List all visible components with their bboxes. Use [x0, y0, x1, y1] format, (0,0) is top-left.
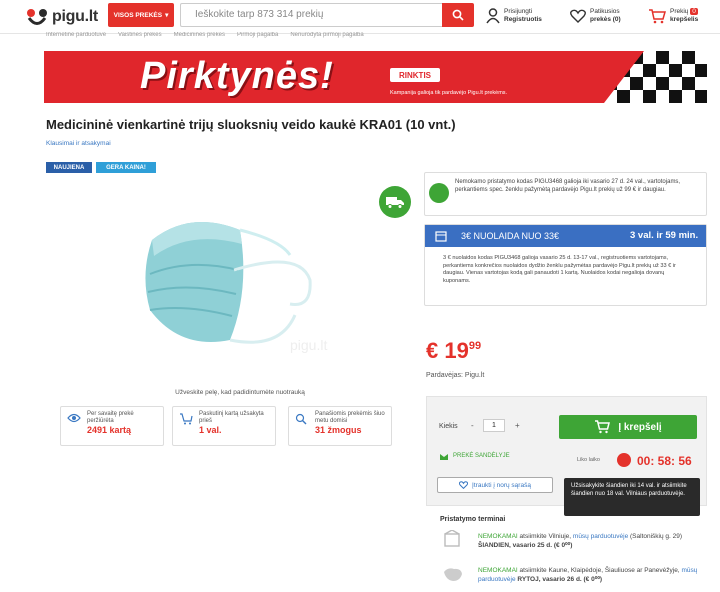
logo-text: pigu.lt — [52, 8, 98, 25]
free-shipping-text: Nemokamo pristatymo kodas PIGU3468 galio… — [455, 179, 681, 193]
quantity-decrease-button[interactable]: - — [471, 421, 474, 430]
stock-status: PREKĖ SANDĖLYJE — [453, 453, 510, 459]
stat-interest: Panašiomis prekėmis šiuo metu domisi 31 … — [288, 406, 392, 446]
wishlist-count: prekės (0) — [590, 16, 621, 23]
price-main: € 19 — [426, 338, 469, 363]
store-address: (Saltoniškių g. 29) — [630, 533, 683, 540]
banner-title: Pirktynės! — [140, 55, 334, 97]
heart-icon — [570, 9, 586, 23]
cart-label: Prekių — [670, 8, 689, 15]
discount-box: 3€ NUOLAIDA NUO 33€ 3 val. ir 59 min. 3 … — [424, 224, 707, 306]
delivery-text: atsiimkite Vilniuje, — [519, 533, 572, 540]
breadcrumb-item[interactable]: Pirmoji pagalba — [237, 32, 278, 40]
cart-badge: 0 — [690, 8, 698, 15]
promo-banner[interactable]: Pirktynės! RINKTIS Kampanija galioja tik… — [44, 51, 707, 103]
quantity-input[interactable]: 1 — [483, 419, 505, 432]
magnifier-icon — [295, 413, 307, 425]
eye-icon — [67, 413, 81, 423]
countdown-timer: 00: 58: 56 — [637, 454, 692, 468]
zoom-hint: Užveskite pelę, kad padidintumėte nuotra… — [175, 389, 305, 396]
questions-link[interactable]: Klausimai ir atsakymai — [46, 140, 111, 147]
stat-last-order: Paskutinį kartą užsakyta prieš 1 val. — [172, 406, 276, 446]
product-title: Medicininė vienkartinė trijų sluoksnių v… — [46, 117, 456, 132]
cart-sub-label: krepšelis — [670, 16, 699, 23]
banner-choose-button[interactable]: RINKTIS — [390, 68, 440, 82]
discount-header: 3€ NUOLAIDA NUO 33€ 3 val. ir 59 min. — [425, 225, 706, 247]
cart-plus-icon — [180, 413, 193, 425]
delivery-when: RYTOJ, vasario 26 d. (€ 0⁰⁰) — [517, 576, 603, 583]
seller-label: Pardavėjas: Pigu.lt — [426, 372, 485, 379]
banner-subtitle: Kampanija galioja tik pardavėjo Pigu.lt … — [390, 90, 508, 96]
add-to-wishlist-button[interactable]: Įtraukti į norų sąrašą — [437, 477, 553, 493]
badge-new: NAUJIENA — [46, 162, 92, 173]
register-label: Registruotis — [504, 16, 542, 23]
add-to-cart-label: Į krepšelį — [618, 421, 662, 433]
watermark: pigu.lt — [290, 337, 327, 353]
delivery-text: atsiimkite Kaune, Klaipėdoje, Šiauliuose… — [519, 567, 680, 574]
discount-label: 3€ NUOLAIDA NUO 33€ — [461, 231, 560, 241]
map-lithuania-icon — [444, 568, 462, 581]
logo-icon — [27, 9, 47, 25]
categories-button[interactable]: VISOS PREKĖS ▾ — [108, 3, 174, 27]
stat-last-order-text: Paskutinį kartą užsakyta prieš — [199, 411, 264, 424]
checkered-flag-icon — [604, 51, 707, 103]
price-cents: 99 — [468, 340, 482, 352]
cart-icon — [595, 420, 611, 434]
breadcrumb: Internetinė parduotuvė Vaistinės prekės … — [46, 32, 364, 40]
delivery-title: Pristatymo terminai — [440, 516, 506, 523]
cart-icon — [649, 9, 666, 24]
user-icon — [486, 8, 500, 24]
badge-good-price: GERA KAINA! — [96, 162, 156, 173]
promo-grid-icon — [429, 183, 449, 203]
calendar-icon — [435, 231, 447, 242]
delivery-row-vilnius: NEMOKAMAI atsiimkite Vilniuje, mūsų pard… — [478, 532, 704, 550]
delivery-row-cities: NEMOKAMAI atsiimkite Kaune, Klaipėdoje, … — [478, 566, 704, 584]
free-label: NEMOKAMAI — [478, 533, 518, 540]
discount-time-left: 3 val. ir 59 min. — [630, 230, 699, 241]
breadcrumb-item[interactable]: Internetinė parduotuvė — [46, 32, 106, 40]
chevron-down-icon: ▾ — [165, 12, 169, 19]
free-shipping-promo: Nemokamo pristatymo kodas PIGU3468 galio… — [424, 172, 707, 216]
store-link[interactable]: mūsų parduotuvėje — [573, 533, 628, 540]
free-delivery-truck-icon — [379, 186, 411, 218]
product-image[interactable]: pigu.lt — [130, 200, 350, 360]
stat-interest-value: 31 žmogus — [315, 425, 362, 435]
stat-views: Per savaitę prekė peržiūrėta 2491 kartą — [60, 406, 164, 446]
breadcrumb-item[interactable]: Nenurodyta pirmoji pagalba — [290, 32, 363, 40]
timer-label: Liko laiko — [577, 457, 600, 463]
login-link[interactable]: Prisijungti Registruotis — [486, 4, 542, 28]
search-input[interactable]: Ieškokite tarp 873 314 prekių — [180, 3, 442, 27]
clock-icon — [617, 453, 631, 467]
stat-views-text: Per savaitę prekė peržiūrėta — [87, 411, 134, 424]
cart-link[interactable]: Prekių 0 krepšelis — [648, 4, 698, 28]
add-to-wishlist-label: Įtraukti į norų sąrašą — [472, 481, 531, 489]
delivery-when: ŠIANDIEN, vasario 25 d. (€ 0⁰⁰) — [478, 542, 573, 549]
categories-label: VISOS PREKĖS — [113, 11, 163, 19]
stat-last-order-value: 1 val. — [199, 425, 222, 435]
stat-views-value: 2491 kartą — [87, 425, 132, 435]
wishlist-link[interactable]: Patikusios prekės (0) — [570, 4, 621, 28]
search-button[interactable] — [442, 3, 474, 27]
quantity-label: Kiekis — [439, 423, 458, 430]
login-label: Prisijungti — [504, 8, 533, 15]
add-to-cart-button[interactable]: Į krepšelį — [559, 415, 697, 439]
stat-interest-text: Panašiomis prekėmis šiuo metu domisi — [315, 411, 385, 424]
store-icon — [444, 530, 460, 547]
breadcrumb-item[interactable]: Vaistinės prekės — [118, 32, 162, 40]
product-price: € 1999 — [426, 338, 481, 364]
pickup-tooltip: Užsisakykite šiandien iki 14 val. ir ats… — [564, 478, 700, 516]
search-icon — [452, 9, 464, 21]
discount-text: 3 € nuolaidos kodas PIGU3468 galioja vas… — [443, 255, 676, 284]
breadcrumb-item[interactable]: Medicininės prekės — [174, 32, 225, 40]
site-logo[interactable]: pigu.lt — [26, 6, 98, 28]
wishlist-label: Patikusios — [590, 8, 620, 15]
heart-icon — [459, 481, 469, 489]
quantity-increase-button[interactable]: + — [515, 421, 520, 430]
free-label: NEMOKAMAI — [478, 567, 518, 574]
warehouse-icon — [440, 454, 448, 460]
